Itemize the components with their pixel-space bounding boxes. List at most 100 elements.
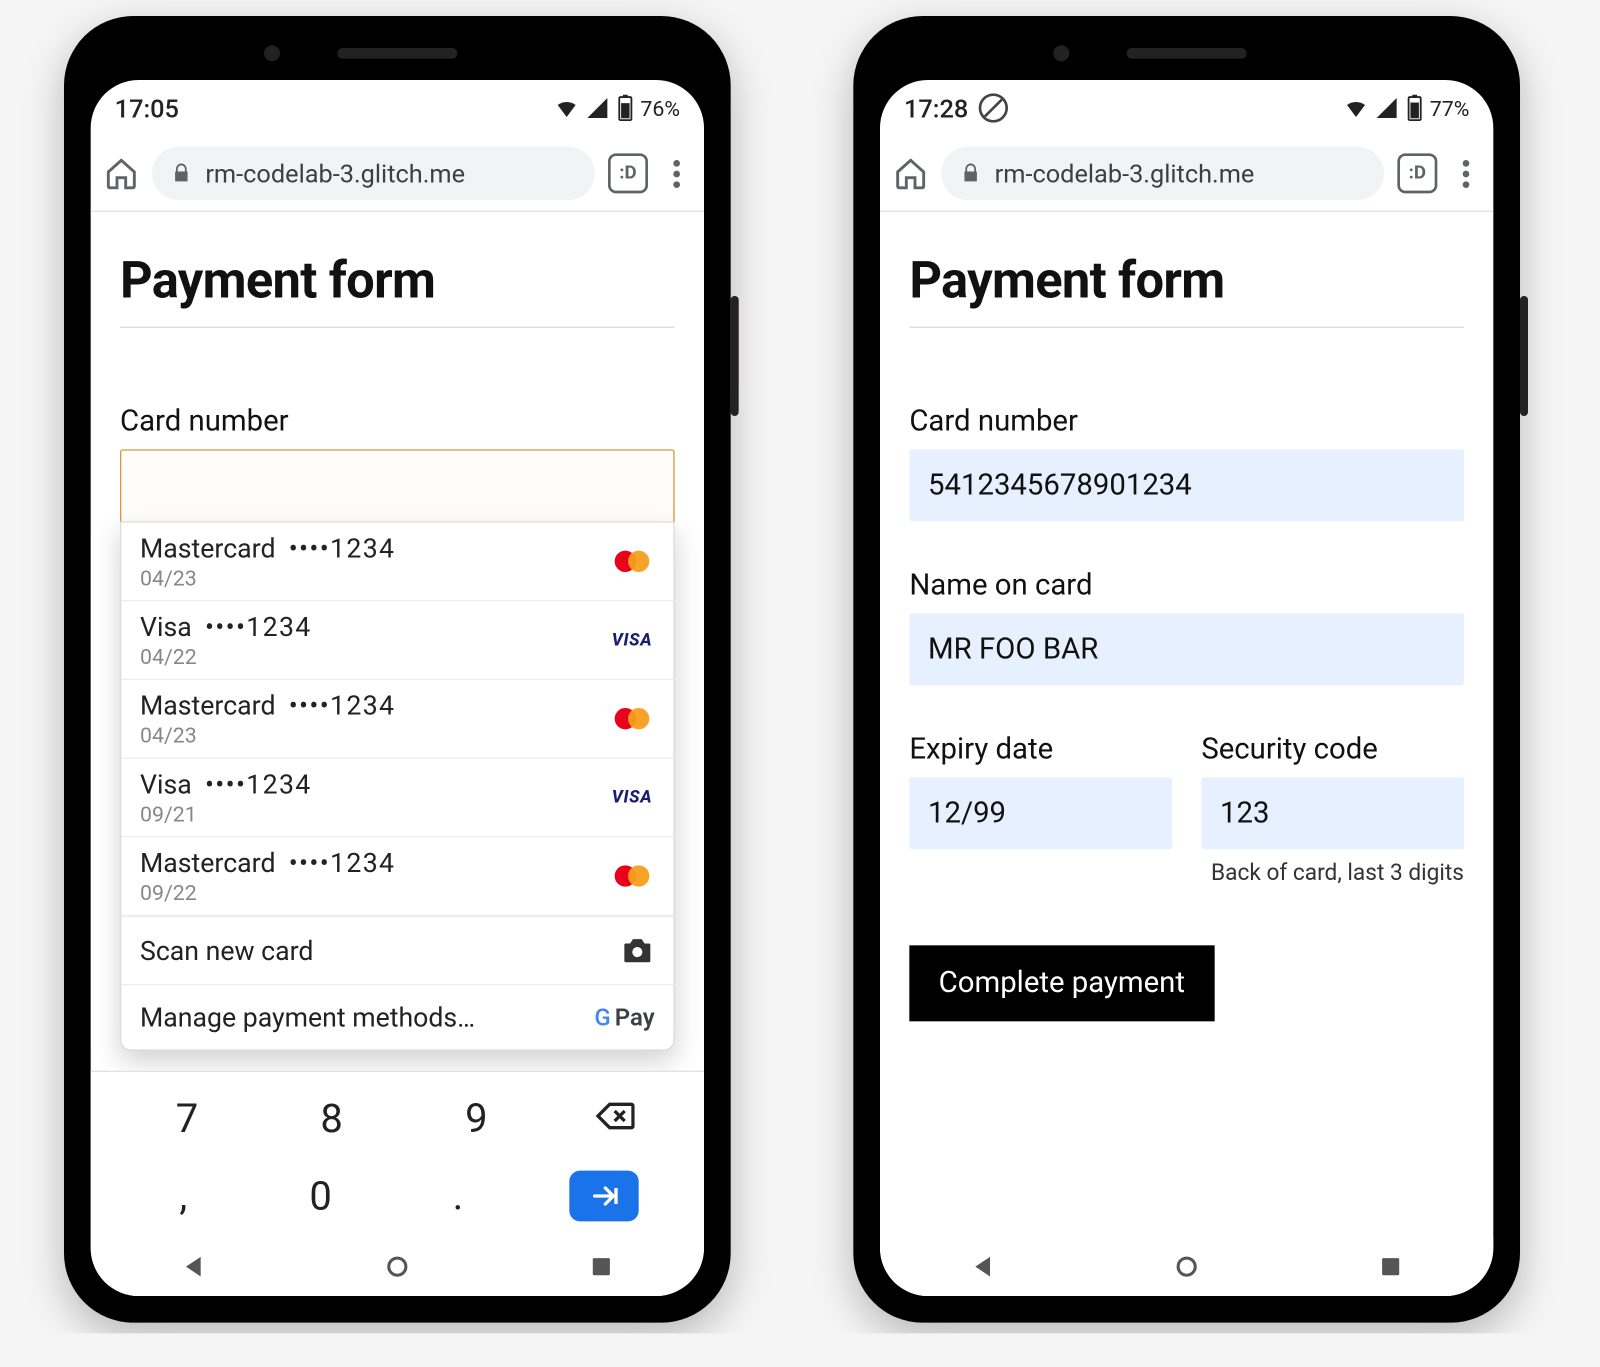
autofill-card-row[interactable]: Visa ••••123404/22 VISA <box>121 601 673 680</box>
card-brand-name: Visa <box>140 611 192 643</box>
card-mask: ••••1234 <box>289 532 396 564</box>
status-clock: 17:28 <box>904 93 968 124</box>
autofill-card-row[interactable]: Mastercard ••••123404/23 <box>121 523 673 602</box>
address-bar[interactable]: rm-codelab-3.glitch.me <box>941 147 1384 200</box>
card-expiry: 04/22 <box>140 644 596 669</box>
battery-indicator: 77% <box>1406 95 1470 122</box>
security-code-hint: Back of card, last 3 digits <box>1201 860 1464 887</box>
key-comma[interactable]: , <box>157 1173 210 1220</box>
security-code-label: Security code <box>1201 733 1464 766</box>
key-period[interactable]: . <box>431 1173 484 1220</box>
camera-icon <box>620 933 655 968</box>
security-code-input[interactable]: 123 <box>1201 777 1464 849</box>
card-brand-name: Mastercard <box>140 532 276 564</box>
battery-icon <box>616 95 635 122</box>
card-brand-name: Visa <box>140 768 192 800</box>
mastercard-icon <box>609 549 654 573</box>
volume-button <box>1520 296 1528 416</box>
card-expiry: 04/23 <box>140 723 596 748</box>
card-expiry: 09/21 <box>140 801 596 826</box>
card-number-input[interactable] <box>120 449 675 524</box>
nav-back-icon[interactable] <box>178 1252 207 1281</box>
menu-icon[interactable] <box>1451 159 1480 187</box>
address-bar[interactable]: rm-codelab-3.glitch.me <box>152 147 595 200</box>
screen-right: 17:28 77% rm-codelab-3.glitch.me <box>880 80 1493 1296</box>
status-bar: 17:05 76% <box>91 80 704 136</box>
cell-signal-icon <box>1375 96 1399 120</box>
home-icon[interactable] <box>104 156 139 191</box>
nav-home-icon[interactable] <box>383 1252 412 1281</box>
visa-icon: VISA <box>609 787 654 807</box>
name-on-card-label: Name on card <box>909 569 1464 602</box>
card-expiry: 09/22 <box>140 880 596 905</box>
phone-camera <box>264 45 280 61</box>
next-arrow-icon <box>587 1180 619 1212</box>
card-number-input[interactable]: 5412345678901234 <box>909 449 1464 521</box>
battery-percent: 77% <box>1430 95 1470 120</box>
key-backspace[interactable] <box>594 1096 634 1141</box>
manage-payments-label: Manage payment methods… <box>140 1001 594 1033</box>
mastercard-icon <box>609 864 654 888</box>
card-brand-name: Mastercard <box>140 847 276 879</box>
phone-camera <box>1053 45 1069 61</box>
key-8[interactable]: 8 <box>305 1095 358 1142</box>
key-0[interactable]: 0 <box>294 1173 347 1220</box>
google-pay-icon: GPay <box>594 1003 654 1031</box>
url-text: rm-codelab-3.glitch.me <box>995 158 1255 189</box>
status-bar: 17:28 77% <box>880 80 1493 136</box>
volume-button <box>731 296 739 416</box>
scan-new-card[interactable]: Scan new card <box>121 916 673 984</box>
lock-icon <box>960 163 981 184</box>
complete-payment-button[interactable]: Complete payment <box>909 945 1214 1021</box>
lock-icon <box>171 163 192 184</box>
card-mask: ••••1234 <box>205 611 312 643</box>
numeric-keyboard: 7 8 9 , 0 . <box>91 1071 704 1238</box>
card-mask: ••••1234 <box>205 768 312 800</box>
phone-right: 17:28 77% rm-codelab-3.glitch.me <box>853 16 1520 1323</box>
status-clock: 17:05 <box>115 93 179 124</box>
card-mask: ••••1234 <box>289 689 396 721</box>
page-content: Payment form Card number Mastercard ••••… <box>91 212 704 1071</box>
browser-toolbar: rm-codelab-3.glitch.me :D <box>880 136 1493 212</box>
menu-icon[interactable] <box>661 159 690 187</box>
card-mask: ••••1234 <box>289 847 396 879</box>
autofill-dropdown: Mastercard ••••123404/23Visa ••••123404/… <box>120 521 675 1050</box>
key-next[interactable] <box>569 1171 638 1222</box>
autofill-card-row[interactable]: Visa ••••123409/21 VISA <box>121 759 673 838</box>
expiry-label: Expiry date <box>909 733 1172 766</box>
phone-speaker <box>1127 48 1247 59</box>
cell-signal-icon <box>586 96 610 120</box>
autofill-card-row[interactable]: Mastercard ••••123404/23 <box>121 680 673 759</box>
nav-recent-icon[interactable] <box>587 1252 616 1281</box>
battery-indicator: 76% <box>616 95 680 122</box>
key-9[interactable]: 9 <box>450 1095 503 1142</box>
expiry-input[interactable]: 12/99 <box>909 777 1172 849</box>
manage-payment-methods[interactable]: Manage payment methods…GPay <box>121 984 673 1049</box>
nav-recent-icon[interactable] <box>1376 1252 1405 1281</box>
nav-home-icon[interactable] <box>1172 1252 1201 1281</box>
nav-back-icon[interactable] <box>968 1252 997 1281</box>
visa-icon: VISA <box>609 630 654 650</box>
tab-switcher[interactable]: :D <box>1397 153 1437 193</box>
autofill-card-row[interactable]: Mastercard ••••123409/22 <box>121 837 673 916</box>
card-expiry: 04/23 <box>140 565 596 590</box>
page-content: Payment form Card number 541234567890123… <box>880 212 1493 1237</box>
page-title: Payment form <box>120 252 675 328</box>
phone-left: 17:05 76% rm-codelab-3.glitch.me <box>64 16 731 1323</box>
home-icon[interactable] <box>893 156 928 191</box>
wifi-icon <box>555 96 579 120</box>
system-nav <box>91 1237 704 1296</box>
dnd-icon <box>979 93 1008 122</box>
browser-toolbar: rm-codelab-3.glitch.me :D <box>91 136 704 212</box>
name-on-card-input[interactable]: MR FOO BAR <box>909 613 1464 685</box>
url-text: rm-codelab-3.glitch.me <box>205 158 465 189</box>
mastercard-icon <box>609 707 654 731</box>
card-brand-name: Mastercard <box>140 689 276 721</box>
battery-icon <box>1406 95 1425 122</box>
key-7[interactable]: 7 <box>160 1095 213 1142</box>
scan-card-label: Scan new card <box>140 935 620 967</box>
phone-speaker <box>337 48 457 59</box>
wifi-icon <box>1344 96 1368 120</box>
tab-switcher[interactable]: :D <box>608 153 648 193</box>
battery-percent: 76% <box>640 95 680 120</box>
